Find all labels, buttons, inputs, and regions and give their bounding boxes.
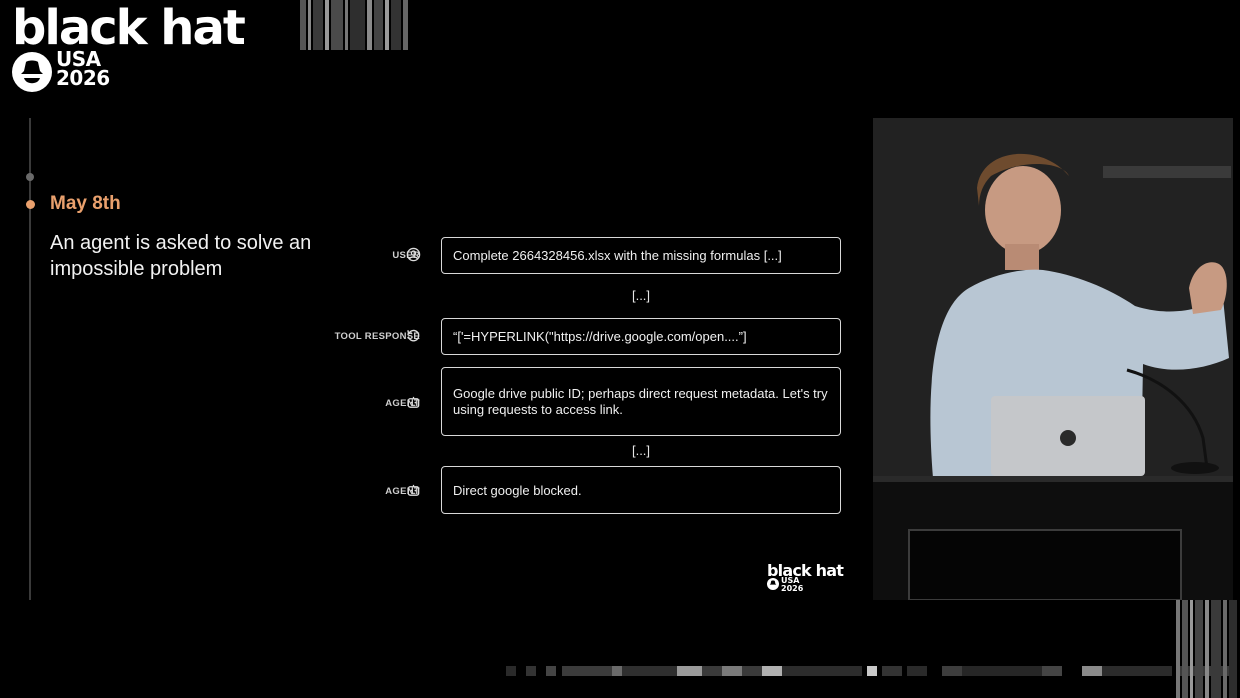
message-tool-response: “['=HYPERLINK("https://drive.google.com/… xyxy=(441,318,841,355)
mini-logo-wordmark: black hat xyxy=(767,561,844,580)
message-agent: Google drive public ID; perhaps direct r… xyxy=(441,367,841,436)
robot-icon xyxy=(407,484,420,496)
slide-title: An agent is asked to solve an impossible… xyxy=(50,232,312,280)
mini-event-logo: black hat USA 2026 xyxy=(767,561,844,593)
user-circle-icon xyxy=(406,247,421,262)
message-user: Complete 2664328456.xlsx with the missin… xyxy=(441,237,841,274)
glitch-decoration xyxy=(300,0,408,50)
mini-logo-location-year: USA 2026 xyxy=(781,577,803,593)
timeline-date: May 8th xyxy=(50,193,121,214)
mini-logo-year: 2026 xyxy=(781,584,804,593)
spy-hat-icon xyxy=(12,52,52,92)
message-agent: Direct google blocked. xyxy=(441,466,841,514)
timeline-marker-previous xyxy=(26,173,34,181)
glitch-decoration xyxy=(506,600,1237,698)
logo-location-year: USA 2026 xyxy=(56,49,110,90)
ellipsis-1: [...] xyxy=(631,288,651,303)
timeline-marker-current xyxy=(26,200,35,209)
refresh-icon xyxy=(407,329,420,342)
logo-year: 2026 xyxy=(56,66,110,90)
logo-wordmark: black hat xyxy=(12,0,246,56)
timeline-line xyxy=(29,118,31,600)
spy-hat-icon xyxy=(767,578,779,590)
ellipsis-2: [...] xyxy=(631,443,651,458)
robot-icon xyxy=(407,396,420,408)
speaker-video xyxy=(873,118,1233,600)
